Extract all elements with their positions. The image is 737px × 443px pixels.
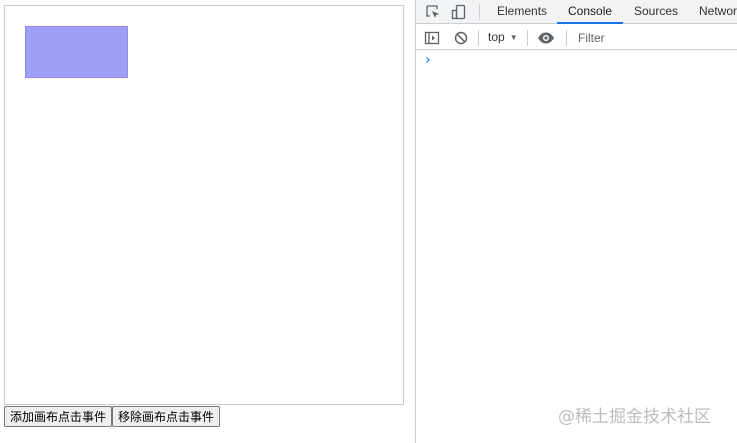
tab-sources[interactable]: Sources: [634, 0, 678, 23]
tab-elements[interactable]: Elements: [497, 0, 547, 23]
toolbar-separator: [478, 30, 479, 46]
devtools-tab-bar: Elements Console Sources Network: [416, 0, 737, 24]
canvas-rectangle: [25, 26, 128, 78]
context-selector-value: top: [488, 30, 505, 44]
tab-console[interactable]: Console: [556, 0, 624, 24]
button-row: 添加画布点击事件 移除画布点击事件: [4, 406, 221, 427]
page-viewport: 添加画布点击事件 移除画布点击事件: [0, 0, 415, 443]
devtools-panel: Elements Console Sources Network top ▼: [415, 0, 737, 443]
tab-bar-separator: [479, 4, 480, 20]
console-toolbar: top ▼: [416, 26, 737, 50]
device-toolbar-icon[interactable]: [450, 3, 468, 21]
sidebar-toggle-icon[interactable]: [423, 29, 441, 47]
console-prompt-icon[interactable]: ›: [425, 53, 431, 67]
inspect-element-icon[interactable]: [424, 3, 442, 21]
toolbar-separator: [527, 30, 528, 46]
dropdown-arrow-icon: ▼: [509, 33, 518, 42]
console-filter-input[interactable]: [573, 27, 737, 48]
clear-console-icon[interactable]: [452, 29, 470, 47]
toolbar-separator: [566, 30, 567, 46]
add-canvas-click-event-button[interactable]: 添加画布点击事件: [4, 406, 113, 427]
remove-canvas-click-event-button[interactable]: 移除画布点击事件: [112, 406, 221, 427]
drawing-canvas[interactable]: [4, 5, 404, 405]
eye-icon[interactable]: [537, 29, 555, 47]
context-selector[interactable]: top ▼: [488, 26, 518, 49]
watermark-text: @稀土掘金技术社区: [558, 407, 711, 427]
tab-network[interactable]: Network: [699, 0, 737, 23]
